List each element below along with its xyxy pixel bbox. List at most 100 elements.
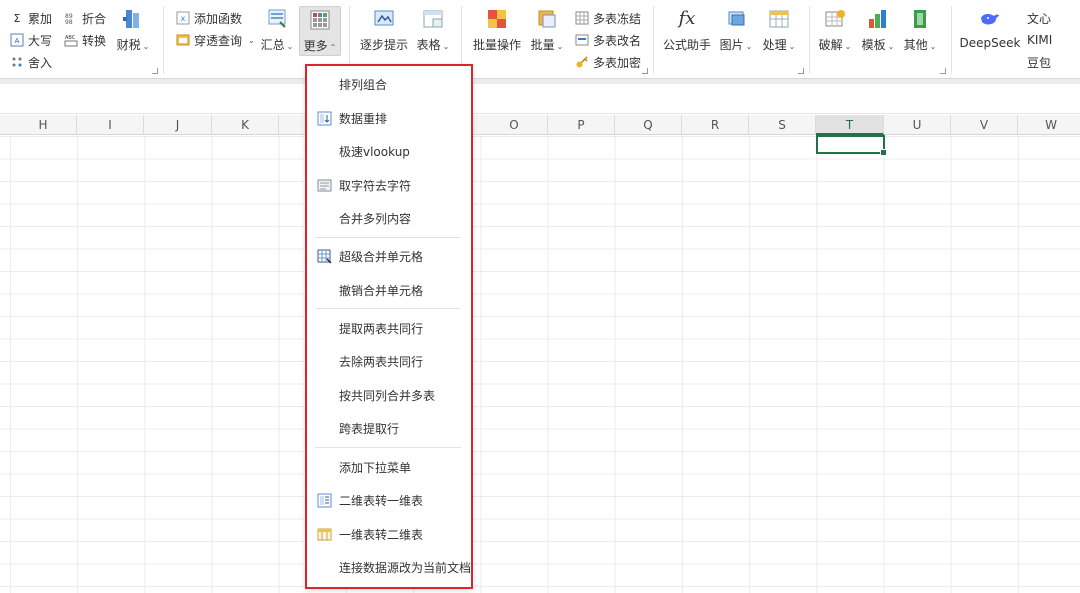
chevron-down-icon: ⌄ (556, 42, 564, 51)
chevron-down-icon: ⌄ (788, 42, 796, 51)
batch-operation-button[interactable]: 批量操作 (471, 7, 523, 53)
group-launcher-icon[interactable] (798, 68, 804, 74)
menu-item-permutation[interactable]: 排列组合 (307, 71, 471, 97)
menu-item-2d-to-1d[interactable]: 二维表转一维表 (307, 487, 471, 513)
chevron-down-icon: ⌄ (142, 42, 150, 51)
menu-item-1d-to-2d[interactable]: 一维表转二维表 (307, 521, 471, 547)
deepseek-button[interactable]: DeepSeek (960, 7, 1020, 50)
table-button[interactable]: 表格 ⌄ (414, 7, 452, 53)
key-icon (575, 55, 589, 69)
column-header[interactable]: U (884, 115, 951, 135)
function-icon: x (176, 11, 190, 25)
image-button[interactable]: 图片 ⌄ (718, 7, 754, 53)
summary-button[interactable]: 汇总 ⌄ (258, 7, 296, 53)
column-header[interactable]: R (682, 115, 749, 135)
text-extract-icon (317, 179, 332, 191)
group-launcher-icon[interactable] (642, 68, 648, 74)
fold-button[interactable]: 89 98 折合 (64, 8, 106, 28)
crack-icon (825, 10, 845, 27)
menu-item-extract-common-rows[interactable]: 提取两表共同行 (307, 315, 471, 341)
template-button[interactable]: 模板 ⌄ (860, 7, 896, 53)
menu-item-remove-common-rows[interactable]: 去除两表共同行 (307, 348, 471, 374)
menu-item-add-dropdown[interactable]: 添加下拉菜单 (307, 454, 471, 480)
column-header[interactable]: W (1018, 115, 1080, 135)
group-launcher-icon[interactable] (152, 68, 158, 74)
multi-freeze-button[interactable]: 多表冻结 (575, 8, 641, 28)
more-grid-icon (310, 10, 330, 30)
tax-icon (123, 10, 139, 28)
batch-operation-icon (488, 10, 506, 28)
menu-item-relink-datasource[interactable]: 连接数据源改为当前文档 (307, 554, 471, 580)
tax-button[interactable]: 财税 ⌄ (115, 7, 151, 53)
batch-button[interactable]: 批量 ⌄ (528, 7, 566, 53)
menu-item-extract-chars[interactable]: 取字符去字符 (307, 172, 471, 198)
chevron-down-icon: ⌄ (745, 42, 753, 51)
multi-rename-button[interactable]: 多表改名 (575, 30, 641, 50)
menu-item-merge-columns[interactable]: 合并多列内容 (307, 205, 471, 231)
column-header[interactable]: H (10, 115, 77, 135)
group-launcher-icon[interactable] (940, 68, 946, 74)
doubao-button[interactable]: 豆包 (1027, 52, 1051, 72)
step-hint-button[interactable]: 逐步提示 (360, 7, 408, 53)
chevron-up-icon: ⌃ (329, 43, 337, 52)
reorder-icon (317, 111, 332, 125)
wenxin-button[interactable]: 文心 (1027, 8, 1051, 28)
sum-button[interactable]: Σ 累加 (10, 8, 53, 28)
other-button[interactable]: 其他 ⌄ (902, 7, 938, 53)
add-function-button[interactable]: x 添加函数 (176, 8, 242, 28)
chevron-down-icon: ⌄ (929, 42, 937, 51)
menu-item-unmerge[interactable]: 撤销合并单元格 (307, 277, 471, 303)
column-header[interactable]: J (144, 115, 212, 135)
svg-text:98: 98 (65, 19, 73, 25)
uppercase-icon: A (10, 33, 24, 47)
svg-text:x: x (181, 14, 186, 23)
more-dropdown-menu: 排列组合 数据重排 极速vlookup 取字符去字符 合并多列内容 超级合并单元… (305, 64, 473, 589)
formula-bar-area (0, 84, 1080, 114)
1d-to-2d-icon (317, 528, 332, 540)
multi-encrypt-button[interactable]: 多表加密 (575, 52, 641, 72)
spreadsheet-grid[interactable] (0, 136, 1080, 593)
template-icon (869, 10, 886, 28)
menu-separator (315, 447, 461, 448)
image-icon (728, 11, 745, 26)
column-header[interactable]: S (749, 115, 816, 135)
pivot-icon (176, 33, 190, 47)
svg-text:A: A (15, 37, 20, 45)
column-header[interactable]: Q (615, 115, 682, 135)
menu-item-data-reorder[interactable]: 数据重排 (307, 105, 471, 131)
other-icon (914, 10, 926, 28)
round-button[interactable]: 舍入 (10, 52, 52, 72)
menu-separator (315, 308, 461, 309)
process-button[interactable]: 处理 ⌄ (760, 7, 798, 53)
kimi-button[interactable]: KIMI (1027, 30, 1052, 50)
ribbon-toolbar: Σ 累加 A 大写 舍入 8998 折合 ABC 转换 财税⌄ x 添加函数 (0, 0, 1080, 78)
menu-item-super-merge[interactable]: 超级合并单元格 (307, 243, 471, 269)
uppercase-button[interactable]: A 大写 (10, 30, 52, 50)
menu-item-merge-by-column[interactable]: 按共同列合并多表 (307, 382, 471, 408)
menu-item-fast-vlookup[interactable]: 极速vlookup (307, 138, 471, 164)
menu-item-cross-sheet-extract[interactable]: 跨表提取行 (307, 415, 471, 441)
2d-to-1d-icon (317, 493, 332, 507)
abc-convert-icon: ABC (64, 33, 78, 47)
column-header[interactable]: P (548, 115, 615, 135)
chevron-down-icon: ⌄ (887, 42, 895, 51)
column-header[interactable]: V (951, 115, 1018, 135)
svg-text:ABC: ABC (65, 35, 76, 41)
crack-button[interactable]: 破解 ⌄ (817, 7, 853, 53)
convert-button[interactable]: ABC 转换 (64, 30, 106, 50)
active-cell-selection[interactable] (816, 135, 887, 156)
column-header[interactable]: K (212, 115, 279, 135)
fx-icon: fx (678, 8, 696, 29)
more-button[interactable]: 更多 ⌃ (299, 6, 341, 56)
column-header[interactable]: O (481, 115, 548, 135)
sigma-icon: Σ (13, 11, 21, 25)
step-hint-icon (374, 10, 394, 26)
chevron-down-icon: ⌄ (286, 42, 294, 51)
chevron-down-icon: ⌄ (442, 42, 450, 51)
formula-assistant-button[interactable]: fx 公式助手 (662, 7, 712, 53)
pivot-query-button[interactable]: 穿透查询 ⌄ (176, 30, 255, 50)
process-icon (769, 10, 789, 28)
deepseek-whale-icon (981, 13, 999, 25)
column-header-selected[interactable]: T (816, 115, 884, 135)
column-header[interactable]: I (77, 115, 144, 135)
